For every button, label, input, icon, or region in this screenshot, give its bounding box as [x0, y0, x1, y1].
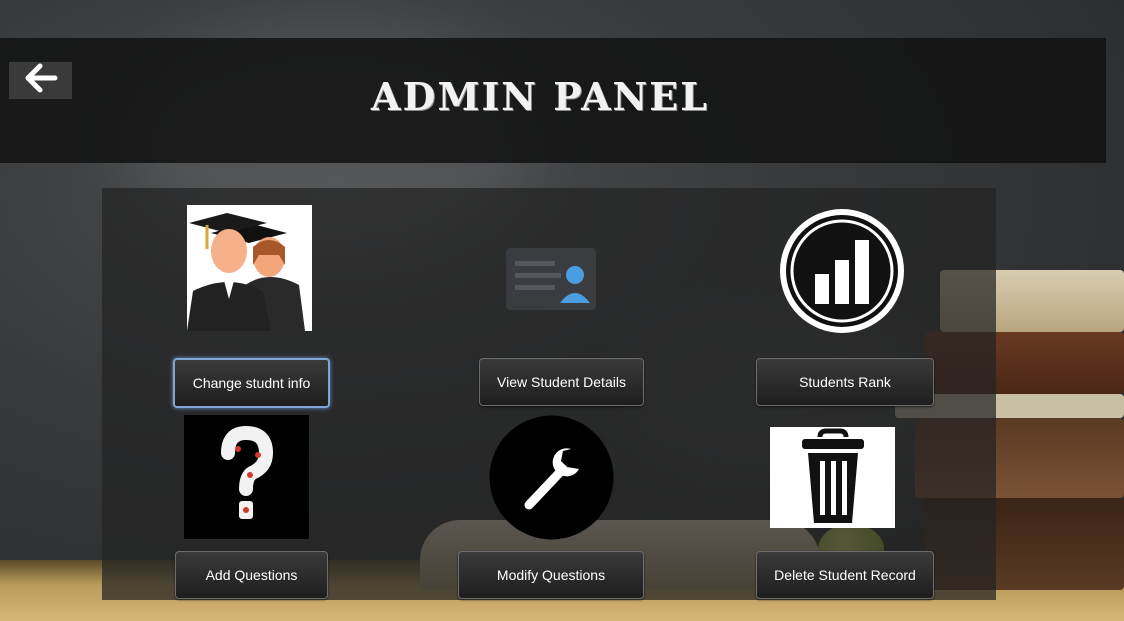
change-student-info-button[interactable]: Change studnt info: [173, 358, 330, 408]
trash-icon: [770, 427, 895, 528]
modify-questions-button[interactable]: Modify Questions: [458, 551, 644, 599]
page-title: ADMIN PANEL: [371, 73, 709, 119]
question-mark-icon: [184, 415, 309, 539]
id-card-icon: [505, 247, 597, 311]
students-rank-button[interactable]: Students Rank: [756, 358, 934, 406]
add-questions-button[interactable]: Add Questions: [175, 551, 328, 599]
bar-chart-icon: [779, 208, 905, 334]
view-student-details-button[interactable]: View Student Details: [479, 358, 644, 406]
graduates-icon: [187, 205, 312, 331]
wrench-icon: [489, 415, 614, 540]
delete-student-record-button[interactable]: Delete Student Record: [756, 551, 934, 599]
